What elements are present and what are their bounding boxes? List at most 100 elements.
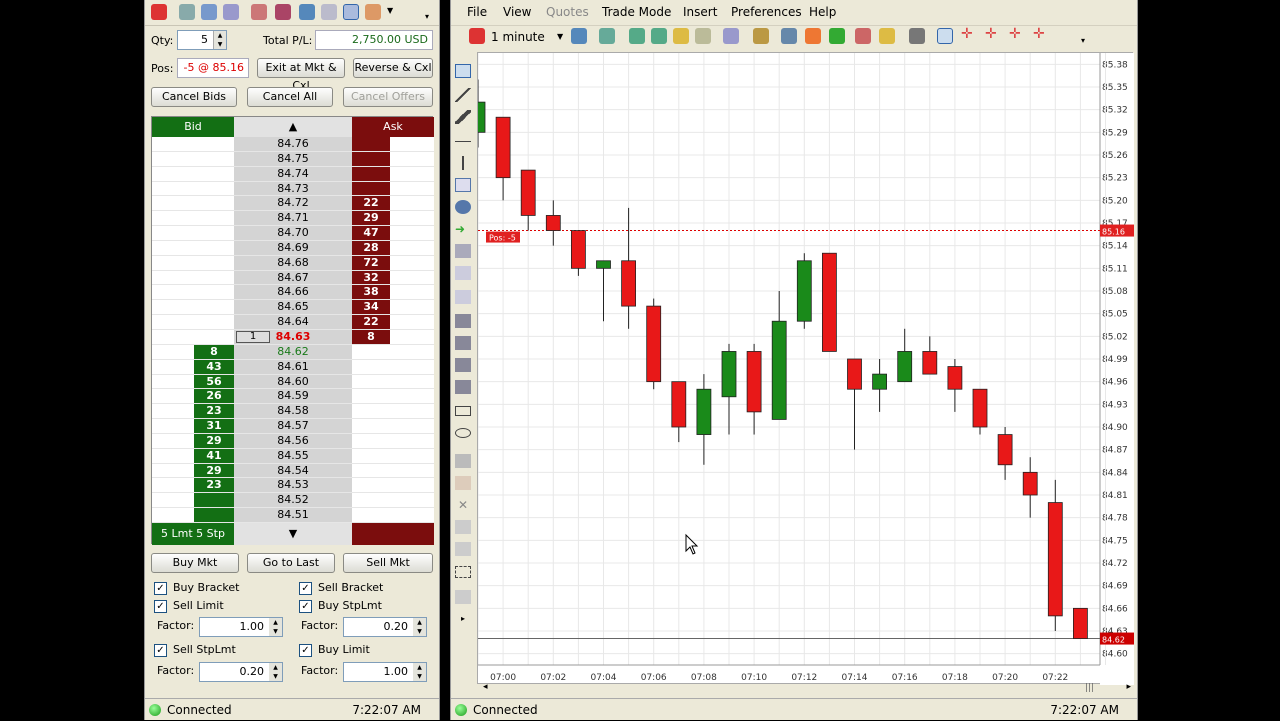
ask-size-cell[interactable]: 8 (352, 330, 390, 344)
candle-body[interactable] (495, 116, 511, 179)
copy-icon[interactable] (455, 520, 471, 534)
strategy-icon[interactable] (251, 4, 267, 20)
my-orders-ask-cell[interactable] (390, 359, 434, 374)
select-tool-icon[interactable] (455, 64, 471, 78)
price-cell[interactable]: 84.56 (234, 433, 352, 448)
candle-body[interactable] (872, 373, 888, 390)
ladder-row[interactable]: 84.67 32 (152, 270, 434, 286)
candle-body[interactable] (922, 351, 938, 375)
my-orders-ask-cell[interactable] (390, 255, 434, 270)
paste-icon[interactable] (455, 542, 471, 556)
drawing-objects-icon[interactable] (455, 476, 471, 490)
text-tool-icon[interactable] (455, 178, 471, 192)
my-orders-ask-cell[interactable] (390, 448, 434, 463)
my-orders-bid-cell[interactable] (152, 240, 194, 255)
candle-body[interactable] (947, 366, 963, 390)
calculator-icon[interactable] (179, 4, 195, 20)
horizontal-line-icon[interactable] (455, 134, 471, 142)
buy-stplmt-checkbox[interactable]: ✓ (299, 600, 312, 613)
menu-help[interactable]: Help (809, 5, 836, 19)
pin-icon[interactable] (151, 4, 167, 20)
my-orders-bid-cell[interactable] (152, 463, 194, 478)
candle-body[interactable] (847, 358, 862, 390)
parallel-icon[interactable] (455, 380, 471, 394)
overflow-icon[interactable]: ▾ (425, 12, 429, 21)
ladder-row[interactable]: 84.63 8 1 (152, 330, 434, 345)
price-cell[interactable]: 84.60 (234, 374, 352, 389)
bid-size-cell[interactable] (194, 152, 234, 166)
ladder-row[interactable]: 84.73 (152, 181, 434, 197)
my-orders-bid-cell[interactable] (152, 433, 194, 448)
candle-body[interactable] (696, 388, 712, 435)
my-orders-bid-cell[interactable] (152, 419, 194, 433)
eraser-icon[interactable] (909, 28, 925, 44)
sell-bracket-checkbox[interactable]: ✓ (299, 582, 312, 595)
my-orders-ask-cell[interactable] (390, 315, 434, 329)
price-cell[interactable]: 84.68 (234, 255, 352, 270)
ask-size-cell[interactable] (352, 151, 390, 166)
strategies-icon[interactable] (781, 28, 797, 44)
ask-size-cell[interactable]: 29 (352, 211, 390, 226)
candle-body[interactable] (671, 381, 687, 428)
chart-trader-icon[interactable] (343, 4, 359, 20)
menu-quotes[interactable]: Quotes (546, 5, 589, 19)
candle-body[interactable] (771, 320, 787, 420)
link-icon[interactable] (223, 4, 239, 20)
fib-extension-icon[interactable] (455, 290, 471, 304)
my-orders-bid-cell[interactable] (152, 151, 194, 166)
shield-icon[interactable] (321, 4, 337, 20)
my-orders-ask-cell[interactable] (390, 404, 434, 419)
candle-body[interactable] (796, 260, 812, 322)
my-orders-ask-cell[interactable] (390, 374, 434, 389)
my-orders-ask-cell[interactable] (390, 478, 434, 493)
reverse-cxl-button[interactable]: Reverse & Cxl (353, 58, 433, 78)
price-cell[interactable]: 84.55 (234, 448, 352, 463)
interval-selector[interactable]: 1 minute (491, 30, 545, 44)
factor-input-2[interactable]: 0.20 ▲ ▼ (343, 617, 427, 637)
chevron-down-icon[interactable]: ▼ (387, 6, 393, 15)
overflow-icon[interactable]: ▾ (1081, 36, 1085, 45)
price-cell[interactable]: 84.51 (234, 508, 352, 522)
comment-icon[interactable] (455, 200, 471, 214)
ask-size-cell[interactable] (352, 478, 390, 492)
ladder-row[interactable]: 31 84.57 (152, 419, 434, 434)
price-cell[interactable]: 84.69 (234, 240, 352, 255)
ask-size-cell[interactable]: 34 (352, 300, 390, 315)
ladder-row[interactable]: 23 84.58 (152, 404, 434, 420)
my-orders-bid-cell[interactable] (152, 344, 194, 359)
my-orders-ask-cell[interactable] (390, 151, 434, 166)
my-orders-bid-cell[interactable] (152, 137, 194, 151)
price-cell[interactable]: 84.75 (234, 151, 352, 166)
chevron-down-icon[interactable]: ▼ (557, 32, 563, 41)
global-crosshair-icon[interactable]: ✛ (985, 26, 997, 42)
ladder-row[interactable]: 26 84.59 (152, 389, 434, 405)
my-orders-bid-cell[interactable] (152, 448, 194, 463)
bid-size-cell[interactable]: 56 (194, 374, 234, 389)
ask-size-cell[interactable] (352, 464, 390, 478)
andrews-pitchfork-icon[interactable] (455, 314, 471, 328)
ladder-row[interactable]: 84.75 (152, 151, 434, 167)
candle-body[interactable] (897, 351, 913, 383)
price-cell[interactable]: 84.52 (234, 493, 352, 508)
my-orders-bid-cell[interactable] (152, 285, 194, 300)
menu-preferences[interactable]: Preferences (731, 5, 802, 19)
my-orders-bid-cell[interactable] (152, 330, 194, 344)
my-orders-bid-cell[interactable] (152, 359, 194, 374)
ask-size-cell[interactable] (352, 419, 390, 433)
my-order-marker[interactable]: 1 (236, 331, 270, 343)
bid-size-cell[interactable] (194, 285, 234, 299)
bid-size-cell[interactable] (194, 493, 234, 508)
crosshair-global-lock-icon[interactable]: ✛ (1033, 26, 1045, 42)
scroll-right-icon[interactable]: ▸ (1126, 682, 1131, 692)
scroll-up-icon[interactable]: ▲ (234, 117, 352, 137)
bid-size-cell[interactable] (194, 508, 234, 522)
zoom-in-icon[interactable] (629, 28, 645, 44)
my-orders-bid-cell[interactable] (152, 211, 194, 226)
cancel-offers-button[interactable]: Cancel Offers (343, 87, 433, 107)
bid-size-cell[interactable]: 26 (194, 389, 234, 404)
price-cell[interactable]: 84.73 (234, 181, 352, 196)
bid-size-cell[interactable] (194, 271, 234, 285)
candle-body[interactable] (821, 252, 837, 352)
price-cell[interactable]: 84.70 (234, 226, 352, 240)
price-cell[interactable]: 84.64 (234, 315, 352, 329)
